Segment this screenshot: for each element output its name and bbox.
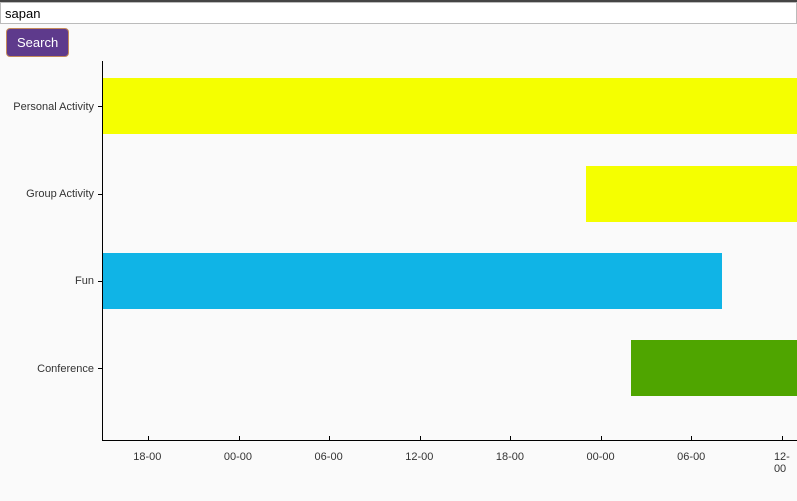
y-axis-labels: Personal Activity Group Activity Fun Confer… — [0, 61, 100, 441]
x-axis-tick — [510, 436, 511, 441]
x-axis-label: 12-00 — [405, 451, 433, 463]
search-input[interactable] — [0, 2, 797, 24]
x-axis-label: 00-00 — [587, 451, 615, 463]
x-axis-label: 06-00 — [677, 451, 705, 463]
x-axis-labels: 18-0000-0006-0012-0018-0000-0006-0012-00 — [102, 451, 797, 467]
x-axis-label: 18-00 — [133, 451, 161, 463]
plot-area — [102, 61, 797, 441]
x-axis-tick — [420, 436, 421, 441]
x-axis-label: 12-00 — [774, 451, 790, 475]
gantt-bar — [586, 166, 797, 222]
gantt-bar — [103, 253, 722, 309]
gantt-bar — [103, 78, 797, 134]
y-axis-label: Group Activity — [26, 188, 94, 200]
x-axis-label: 00-00 — [224, 451, 252, 463]
x-axis-label: 06-00 — [315, 451, 343, 463]
gantt-chart: Personal Activity Group Activity Fun Confer… — [0, 61, 797, 501]
y-axis-label: Fun — [75, 275, 94, 287]
x-axis-tick — [691, 436, 692, 441]
x-axis-label: 18-00 — [496, 451, 524, 463]
x-axis-tick — [148, 436, 149, 441]
x-axis-tick — [239, 436, 240, 441]
y-axis-label: Personal Activity — [13, 101, 94, 113]
y-axis-tick — [98, 194, 103, 195]
y-axis-tick — [98, 368, 103, 369]
x-axis-tick — [329, 436, 330, 441]
x-axis-tick — [601, 436, 602, 441]
x-axis-tick — [782, 436, 783, 441]
y-axis-label: Conference — [37, 363, 94, 375]
gantt-bar — [631, 340, 797, 396]
search-bar: Search — [0, 2, 797, 61]
search-button[interactable]: Search — [6, 28, 69, 57]
